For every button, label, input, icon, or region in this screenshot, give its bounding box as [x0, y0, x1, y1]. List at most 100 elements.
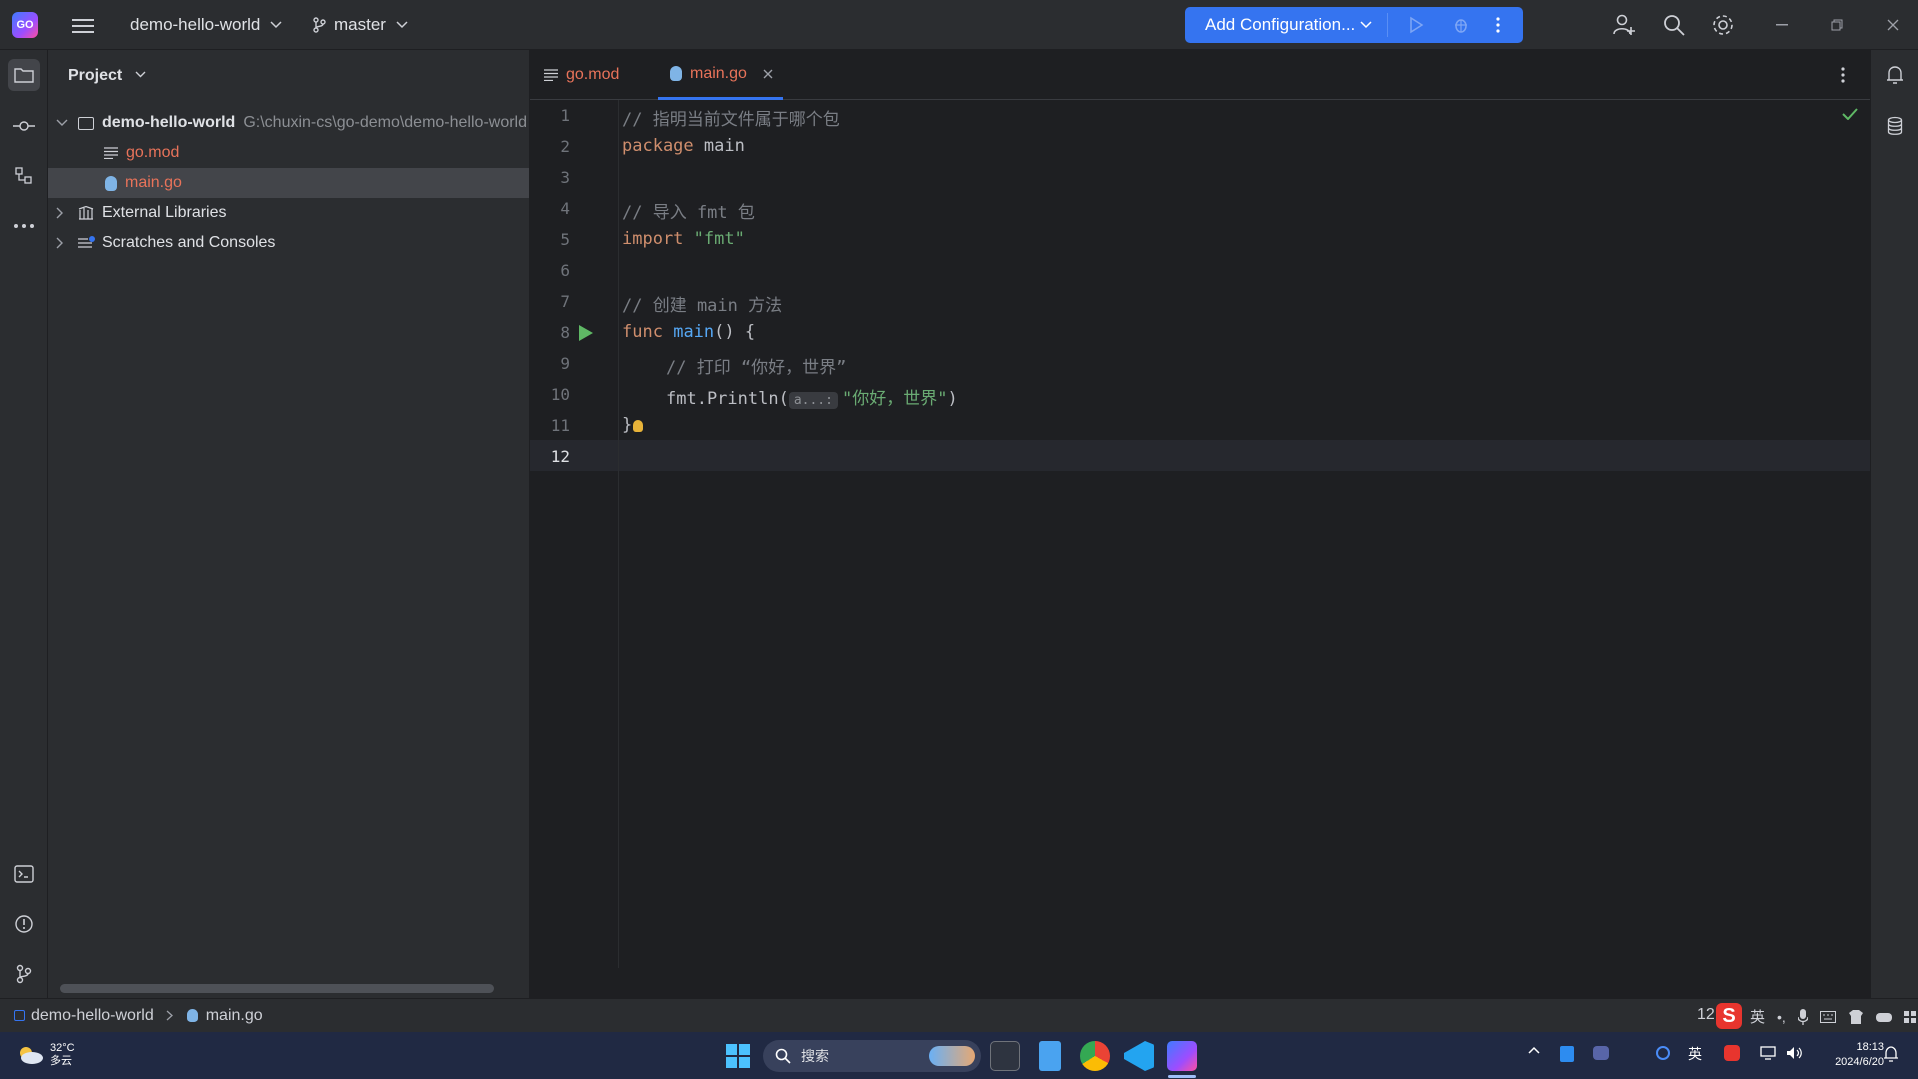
- tree-row-external-libraries[interactable]: External Libraries: [48, 198, 529, 228]
- checkmark-icon[interactable]: [1842, 108, 1858, 120]
- text-file-icon: [544, 69, 558, 81]
- run-gutter-icon[interactable]: [578, 324, 594, 342]
- tray-app-icon[interactable]: [1560, 1046, 1574, 1062]
- code-line[interactable]: }: [622, 415, 644, 435]
- breadcrumb: demo-hello-world main.go: [14, 999, 263, 1032]
- weather-widget[interactable]: 32°C 多云: [16, 1042, 75, 1068]
- code-line[interactable]: func main() {: [622, 322, 755, 342]
- code-line[interactable]: // 打印 “你好，世界”: [666, 353, 846, 378]
- editor-tabs: go.mod main.go: [530, 50, 1870, 100]
- chrome-app-icon[interactable]: [1080, 1041, 1110, 1071]
- code-line[interactable]: import "fmt": [622, 229, 745, 249]
- ime-mode[interactable]: 英: [1750, 1006, 1765, 1027]
- gamepad-icon[interactable]: [1875, 1011, 1892, 1023]
- branch-switcher[interactable]: master: [312, 0, 408, 50]
- horizontal-scrollbar[interactable]: [60, 984, 494, 993]
- project-panel-header[interactable]: Project: [68, 67, 146, 85]
- database-icon[interactable]: [1879, 110, 1911, 142]
- ime-indicator[interactable]: 英: [1688, 1044, 1702, 1064]
- sogou-tray-icon[interactable]: [1724, 1045, 1740, 1061]
- tab-go-mod[interactable]: go.mod: [544, 50, 619, 100]
- grid-menu-icon[interactable]: [1903, 1010, 1916, 1023]
- terminal-app-icon[interactable]: [990, 1041, 1020, 1071]
- cursor-position[interactable]: 12: [1697, 1006, 1715, 1024]
- restore-button[interactable]: [1812, 0, 1862, 50]
- main-menu-icon[interactable]: [72, 15, 94, 35]
- volume-icon[interactable]: [1786, 1046, 1804, 1060]
- git-icon[interactable]: [8, 958, 40, 990]
- project-name: demo-hello-world: [130, 15, 261, 34]
- add-configuration-button[interactable]: Add Configuration...: [1205, 7, 1355, 43]
- root-folder-name: demo-hello-world: [102, 114, 236, 131]
- commit-icon[interactable]: [8, 110, 40, 142]
- tray-app-icon[interactable]: [1656, 1046, 1670, 1060]
- network-icon[interactable]: [1760, 1046, 1776, 1060]
- code-line[interactable]: // 创建 main 方法: [622, 291, 782, 316]
- code-line[interactable]: // 导入 fmt 包: [622, 198, 755, 223]
- add-user-icon[interactable]: [1612, 13, 1636, 37]
- run-configuration-widget: Add Configuration...: [1185, 7, 1523, 43]
- code-line[interactable]: // 指明当前文件属于哪个包: [622, 105, 840, 130]
- punctuation-icon[interactable]: •,: [1777, 1009, 1786, 1025]
- code-line[interactable]: fmt.Println(a...: "你好，世界"): [666, 384, 958, 409]
- chevron-right-icon[interactable]: [56, 207, 70, 219]
- microphone-icon[interactable]: [1797, 1008, 1808, 1025]
- left-tool-strip: [0, 50, 48, 998]
- chevron-right-icon[interactable]: [56, 237, 70, 249]
- goland-app-icon[interactable]: [1167, 1041, 1197, 1071]
- lightbulb-icon[interactable]: [633, 420, 644, 432]
- close-window-button[interactable]: [1868, 0, 1918, 50]
- problems-icon[interactable]: [8, 908, 40, 940]
- external-libraries-label: External Libraries: [102, 204, 227, 221]
- right-tool-strip: [1870, 50, 1918, 998]
- parameter-hint: a...:: [788, 392, 838, 409]
- tab-main-go[interactable]: main.go: [658, 50, 783, 100]
- terminal-icon[interactable]: [8, 858, 40, 890]
- vscode-app-icon[interactable]: [1124, 1041, 1154, 1071]
- structure-icon[interactable]: [8, 160, 40, 192]
- line-number: 8: [560, 323, 570, 342]
- breadcrumb-project[interactable]: demo-hello-world: [31, 1007, 154, 1025]
- minimize-button[interactable]: [1757, 0, 1807, 50]
- chevron-down-icon[interactable]: [56, 119, 70, 127]
- tab-actions-icon[interactable]: [1840, 66, 1846, 84]
- editor-area: go.mod main.go 1 2 3 4 5 6 7 8 9 10 11 1…: [530, 50, 1870, 998]
- title-bar: GO demo-hello-world master Add Configura…: [0, 0, 1918, 50]
- file-name-go-mod: go.mod: [126, 144, 180, 161]
- notification-bell-icon[interactable]: [1884, 1046, 1898, 1062]
- file-name-main-go: main.go: [125, 174, 182, 191]
- sogou-ime-logo-icon[interactable]: S: [1716, 1003, 1742, 1029]
- run-icon[interactable]: [1407, 16, 1425, 34]
- clock[interactable]: 18:13 2024/6/20: [1812, 1040, 1884, 1070]
- library-icon: [78, 206, 94, 220]
- tree-row-root[interactable]: demo-hello-world G:\chuxin-cs\go-demo\de…: [48, 108, 529, 138]
- windows-start-icon[interactable]: [726, 1044, 750, 1068]
- module-icon: [14, 1010, 25, 1021]
- notepad-app-icon[interactable]: [1039, 1041, 1061, 1071]
- taskbar-search-box[interactable]: 搜索: [763, 1040, 981, 1072]
- chevron-up-icon[interactable]: [1528, 1046, 1540, 1054]
- search-icon[interactable]: [1662, 13, 1686, 37]
- tree-row-scratches[interactable]: Scratches and Consoles: [48, 228, 529, 258]
- notifications-bell-icon[interactable]: [1879, 59, 1911, 91]
- more-actions-icon[interactable]: [1495, 16, 1501, 34]
- cloud-icon: [16, 1045, 44, 1065]
- scratches-label: Scratches and Consoles: [102, 234, 276, 251]
- tree-row-go-mod[interactable]: go.mod: [48, 138, 529, 168]
- tree-row-main-go[interactable]: main.go: [48, 168, 529, 198]
- code-line[interactable]: package main: [622, 136, 745, 156]
- skin-icon[interactable]: [1848, 1009, 1864, 1024]
- gear-icon[interactable]: [1711, 13, 1735, 37]
- breadcrumb-file[interactable]: main.go: [206, 1007, 263, 1025]
- status-bar: demo-hello-world main.go 12 S 英 •,: [0, 998, 1918, 1032]
- close-icon[interactable]: [763, 69, 773, 79]
- debug-icon[interactable]: [1452, 16, 1470, 34]
- tray-app-icon[interactable]: [1593, 1046, 1609, 1060]
- keyboard-icon[interactable]: [1819, 1010, 1836, 1023]
- line-number: 11: [550, 416, 570, 435]
- more-tools-icon[interactable]: [8, 210, 40, 242]
- project-tool-folder-icon[interactable]: [8, 59, 40, 91]
- project-switcher[interactable]: demo-hello-world: [130, 0, 282, 50]
- chevron-down-icon[interactable]: [1360, 21, 1372, 29]
- goland-logo-icon[interactable]: GO: [12, 12, 38, 38]
